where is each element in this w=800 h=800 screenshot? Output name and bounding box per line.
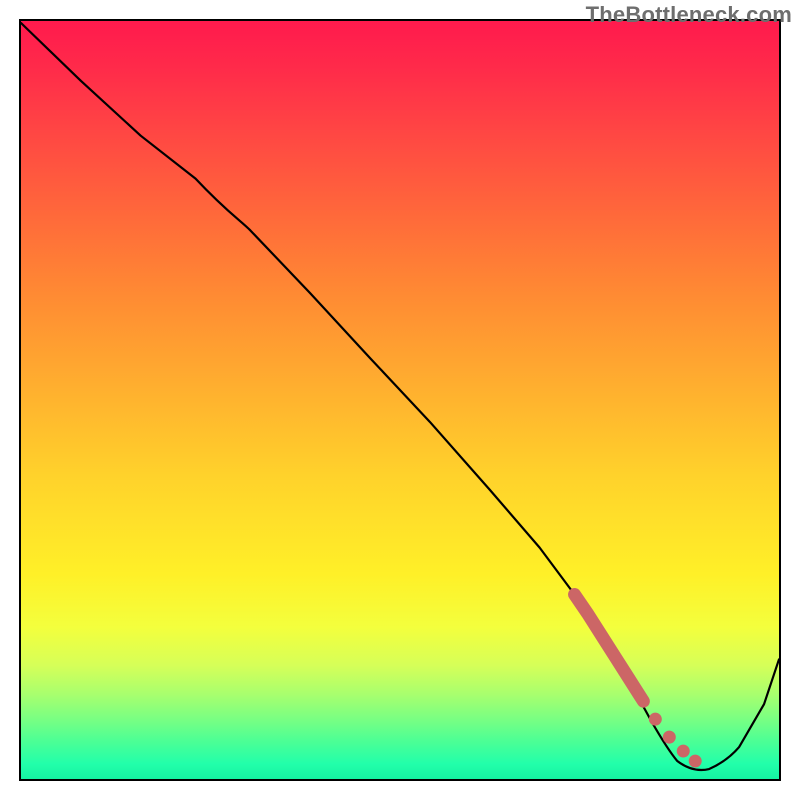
- highlight-dot: [689, 755, 702, 768]
- highlight-dot: [649, 713, 662, 726]
- highlight-dot: [663, 731, 676, 744]
- highlight-thick: [575, 594, 644, 701]
- chart-overlay: [21, 21, 779, 779]
- highlight-dot: [677, 745, 690, 758]
- main-curve: [21, 23, 779, 770]
- watermark-text: TheBottleneck.com: [586, 2, 792, 28]
- plot-area: [19, 19, 781, 781]
- chart-root: TheBottleneck.com: [0, 0, 800, 800]
